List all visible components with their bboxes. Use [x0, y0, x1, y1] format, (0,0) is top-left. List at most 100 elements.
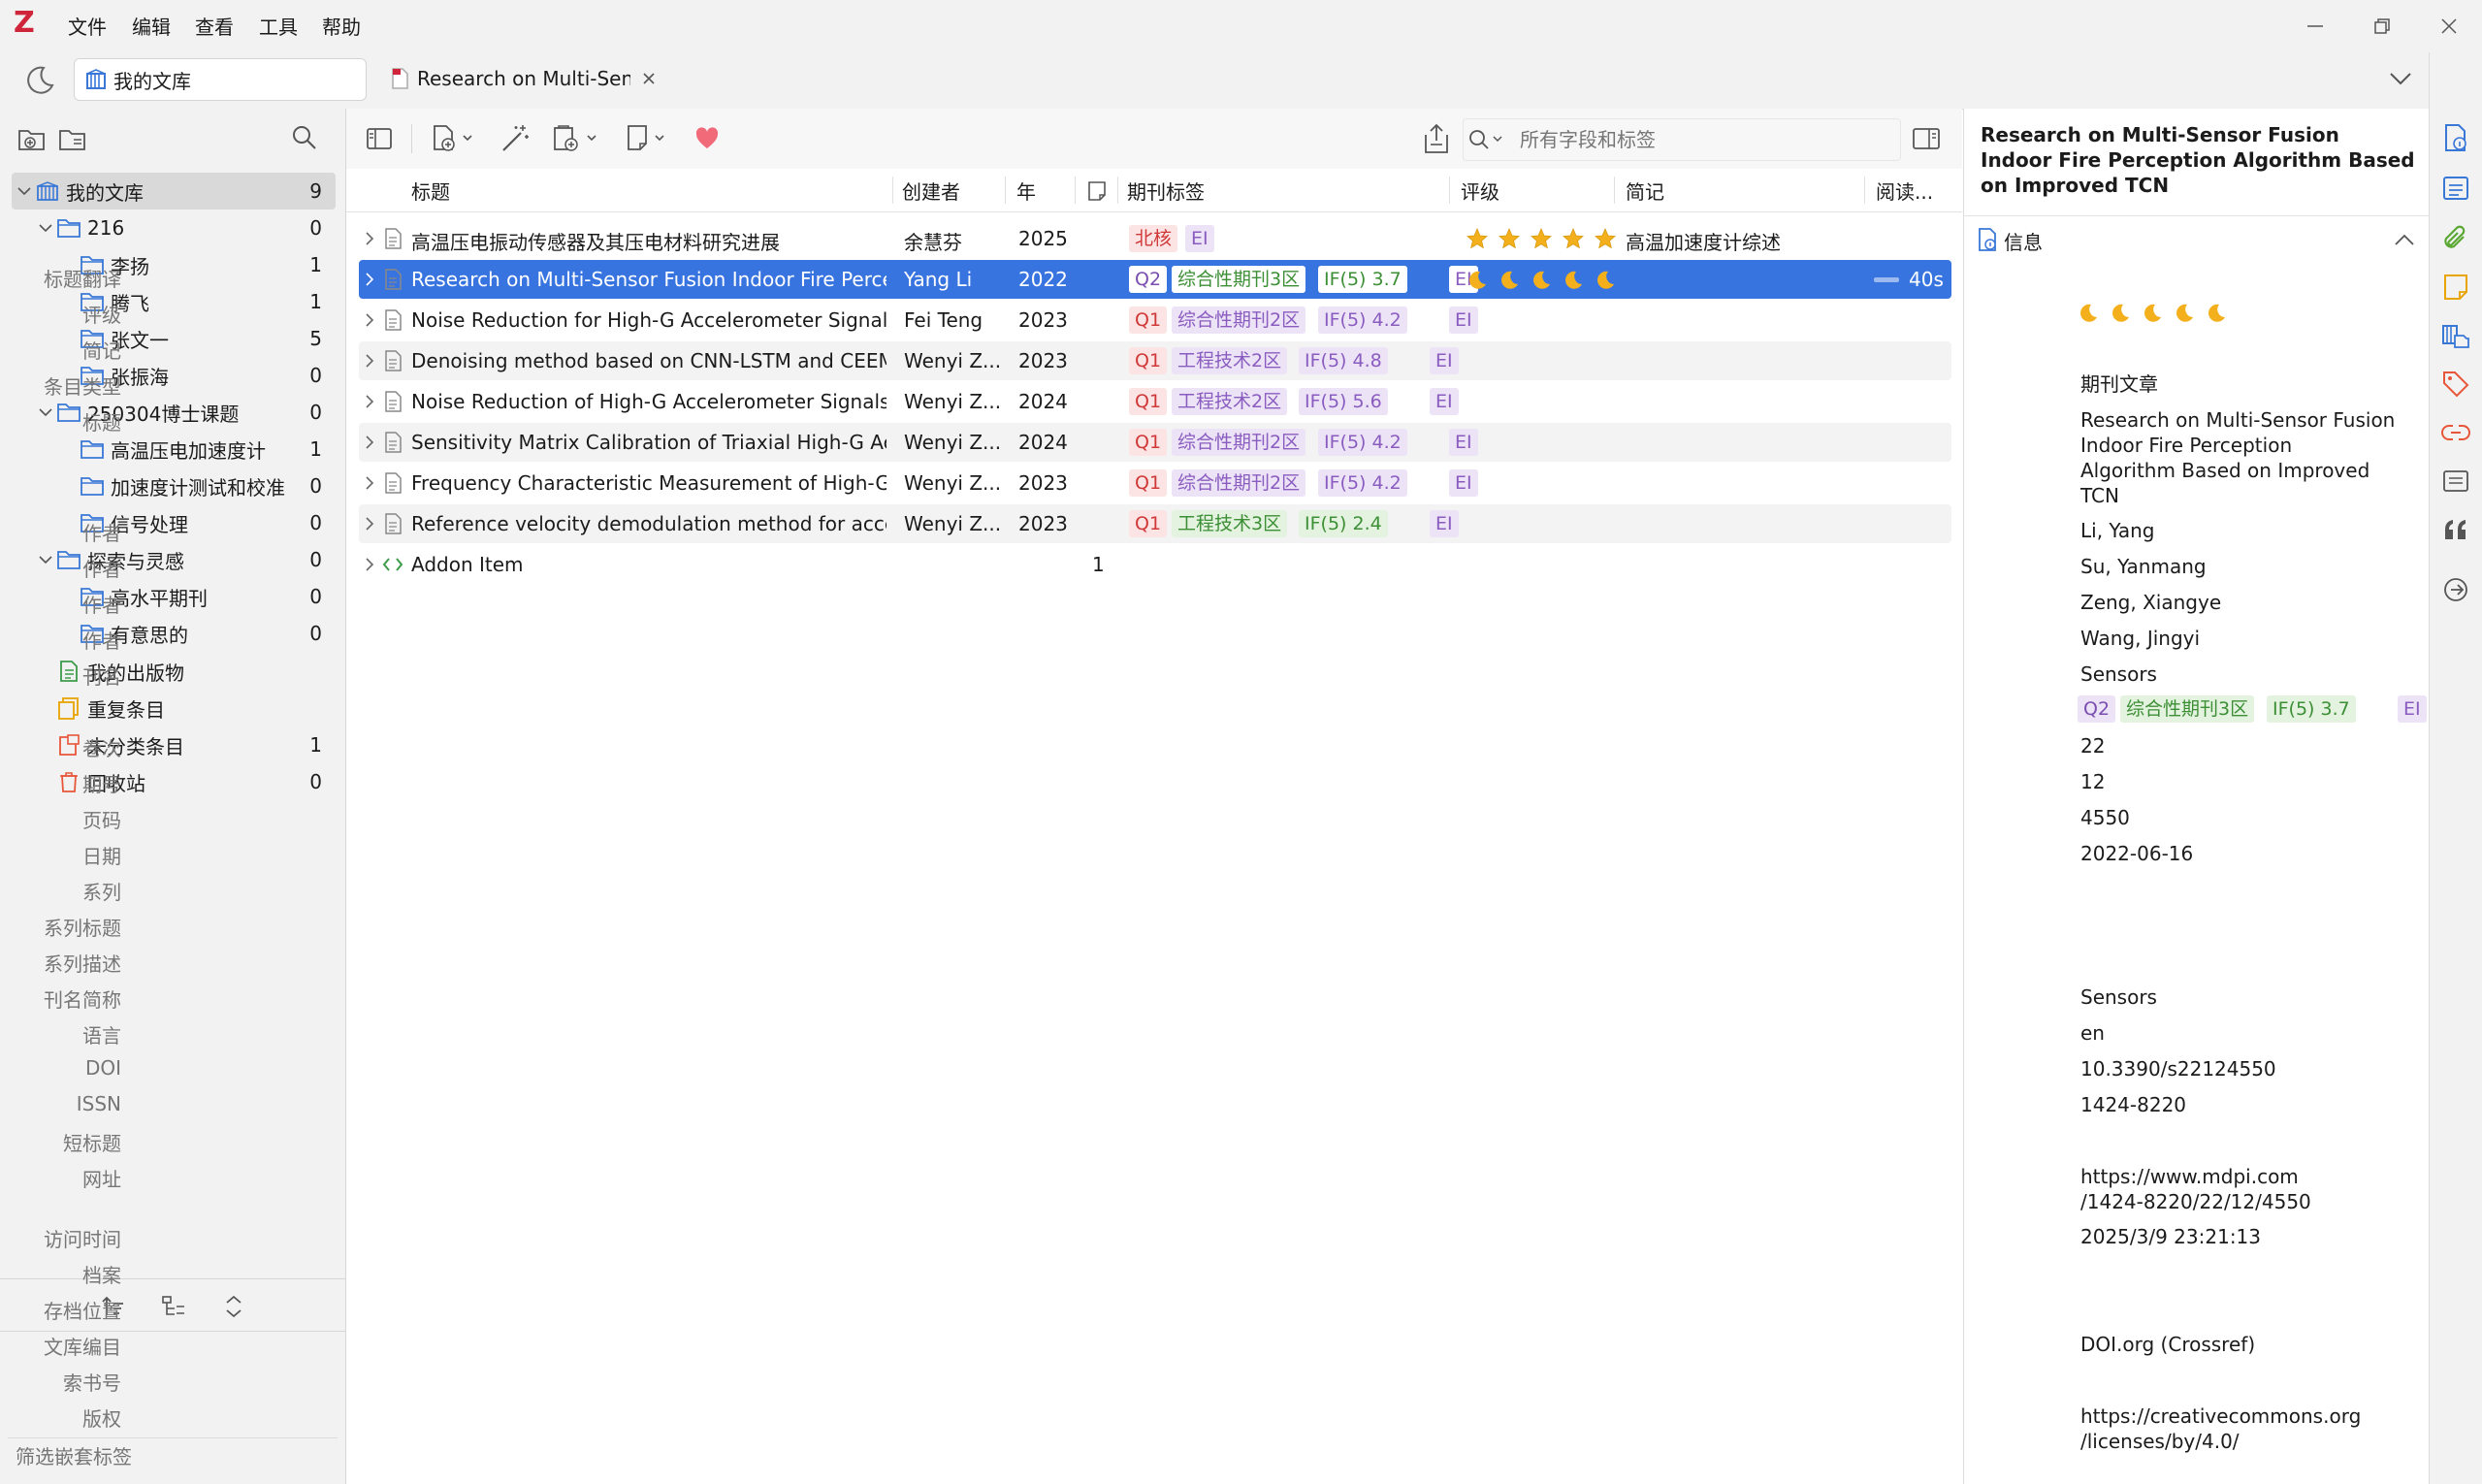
- column-year[interactable]: 年: [1016, 177, 1036, 205]
- column-rating[interactable]: 评级: [1461, 177, 1499, 205]
- chevron-down-icon[interactable]: [16, 182, 33, 200]
- plugin-heart-icon[interactable]: [691, 122, 724, 155]
- chevron-right-icon[interactable]: [363, 353, 376, 369]
- chevron-down-icon[interactable]: [37, 403, 54, 421]
- moon-icon[interactable]: [2110, 302, 2131, 323]
- dark-mode-moon-icon[interactable]: [19, 60, 58, 99]
- toggle-collections-pane-icon[interactable]: [361, 120, 398, 157]
- new-collection-icon[interactable]: [16, 122, 48, 155]
- field-value[interactable]: 4550: [2080, 805, 2130, 830]
- new-note-icon[interactable]: [623, 120, 673, 157]
- moon-icon[interactable]: [2078, 302, 2099, 323]
- item-row[interactable]: Denoising method based on CNN-LSTM and C…: [359, 341, 1951, 380]
- locate-icon[interactable]: [1418, 120, 1455, 157]
- new-saved-search-icon[interactable]: [56, 122, 89, 155]
- chevron-right-icon[interactable]: [363, 435, 376, 450]
- new-item-icon[interactable]: [429, 120, 479, 157]
- item-row[interactable]: Noise Reduction of High-G Accelerometer …: [359, 382, 1951, 421]
- column-extra[interactable]: 简记: [1626, 177, 1664, 205]
- chevron-right-icon[interactable]: [363, 312, 376, 328]
- field-value[interactable]: 期刊文章: [2080, 371, 2158, 397]
- column-separator[interactable]: [892, 177, 893, 204]
- field-value[interactable]: 10.3390/s22124550: [2080, 1056, 2276, 1081]
- column-separator[interactable]: [1864, 177, 1865, 204]
- collection-row[interactable]: 高水平期刊 0: [12, 578, 336, 615]
- field-value[interactable]: Li, Yang: [2080, 518, 2155, 543]
- field-value[interactable]: Research on Multi-Sensor Fusion Indoor F…: [2080, 407, 2395, 508]
- item-row[interactable]: Noise Reduction for High-G Accelerometer…: [359, 301, 1951, 339]
- collection-row[interactable]: 张文一 5: [12, 320, 336, 357]
- field-value[interactable]: https://creativecommons.org /licenses/by…: [2080, 1403, 2361, 1454]
- close-tab-icon[interactable]: [638, 68, 660, 89]
- menu-help[interactable]: 帮助: [322, 12, 361, 40]
- related-nav-icon[interactable]: [2438, 415, 2473, 450]
- moon-icon[interactable]: [2142, 302, 2163, 323]
- column-separator[interactable]: [1075, 177, 1076, 204]
- column-separator[interactable]: [1614, 177, 1615, 204]
- menu-view[interactable]: 查看: [195, 12, 234, 40]
- menu-edit[interactable]: 编辑: [132, 12, 171, 40]
- field-value[interactable]: Su, Yanmang: [2080, 554, 2207, 579]
- item-row[interactable]: Sensitivity Matrix Calibration of Triaxi…: [359, 423, 1951, 462]
- abstract-nav-icon[interactable]: [2438, 171, 2473, 206]
- column-separator[interactable]: [1117, 177, 1118, 204]
- item-row[interactable]: Research on Multi-Sensor Fusion Indoor F…: [359, 260, 1951, 299]
- field-value[interactable]: DOI.org (Crossref): [2080, 1332, 2255, 1357]
- column-reading[interactable]: 阅读...: [1876, 177, 1933, 205]
- menu-file[interactable]: 文件: [68, 12, 107, 40]
- citation-quote-icon[interactable]: [2438, 512, 2473, 547]
- field-value[interactable]: Sensors: [2080, 661, 2157, 687]
- restore-icon[interactable]: [2368, 12, 2397, 41]
- collection-row[interactable]: 我的文库 9: [12, 173, 336, 210]
- chevron-right-icon[interactable]: [363, 475, 376, 491]
- column-title[interactable]: 标题: [411, 177, 450, 205]
- collection-row[interactable]: 回收站 0: [12, 763, 336, 800]
- notes-nav-icon[interactable]: [2438, 270, 2473, 305]
- minimize-icon[interactable]: [2301, 12, 2330, 41]
- star-icon[interactable]: [1595, 228, 1616, 249]
- collection-row[interactable]: 加速度计测试和校准 0: [12, 468, 336, 504]
- collapse-section-chevron-icon[interactable]: [2390, 227, 2419, 252]
- field-value[interactable]: 22: [2080, 733, 2105, 758]
- column-separator[interactable]: [1449, 177, 1450, 204]
- collection-row[interactable]: 重复条目: [12, 690, 336, 726]
- chevron-right-icon[interactable]: [363, 231, 376, 246]
- menu-tools[interactable]: 工具: [259, 12, 298, 40]
- moon-icon[interactable]: [1499, 269, 1520, 290]
- tab-document[interactable]: Research on Multi-Sens: [384, 58, 665, 99]
- star-icon[interactable]: [1563, 228, 1584, 249]
- moon-icon[interactable]: [1467, 269, 1488, 290]
- moon-icon[interactable]: [1595, 269, 1616, 290]
- star-icon[interactable]: [1531, 228, 1552, 249]
- locate-nav-icon[interactable]: [2438, 464, 2473, 499]
- chevron-right-icon[interactable]: [363, 557, 376, 572]
- collection-row[interactable]: 信号处理 0: [12, 504, 336, 541]
- field-value[interactable]: Wang, Jingyi: [2080, 626, 2200, 651]
- moon-icon[interactable]: [2206, 302, 2227, 323]
- field-value[interactable]: Zeng, Xiangye: [2080, 590, 2221, 615]
- chevron-right-icon[interactable]: [363, 516, 376, 532]
- moon-icon[interactable]: [2174, 302, 2195, 323]
- search-input[interactable]: [1518, 123, 1890, 156]
- add-by-identifier-wand-icon[interactable]: [497, 120, 533, 157]
- libraries-collections-nav-icon[interactable]: [2438, 318, 2473, 353]
- tab-my-library[interactable]: 我的文库: [74, 58, 367, 101]
- field-value[interactable]: 12: [2080, 769, 2105, 794]
- chevron-right-icon[interactable]: [363, 394, 376, 409]
- item-row[interactable]: Addon Item 1: [359, 545, 1951, 584]
- expand-collapse-icon[interactable]: [217, 1290, 250, 1323]
- column-creator[interactable]: 创建者: [902, 177, 960, 205]
- attachments-nav-icon[interactable]: [2438, 221, 2473, 256]
- item-row[interactable]: Frequency Characteristic Measurement of …: [359, 464, 1951, 502]
- chevron-down-icon[interactable]: [37, 551, 54, 568]
- collection-search-icon[interactable]: [287, 120, 322, 155]
- field-value[interactable]: 2025/3/9 23:21:13: [2080, 1224, 2261, 1249]
- collection-row[interactable]: 我的出版物: [12, 653, 336, 690]
- field-value[interactable]: 2022-06-16: [2080, 841, 2193, 866]
- collection-row[interactable]: 有意思的 0: [12, 615, 336, 652]
- tree-view-icon[interactable]: [157, 1290, 190, 1323]
- collection-row[interactable]: 216 0: [12, 210, 336, 246]
- tag-filter-input[interactable]: [8, 1437, 338, 1474]
- chevron-down-icon[interactable]: [37, 219, 54, 237]
- search-icon[interactable]: [1467, 125, 1506, 154]
